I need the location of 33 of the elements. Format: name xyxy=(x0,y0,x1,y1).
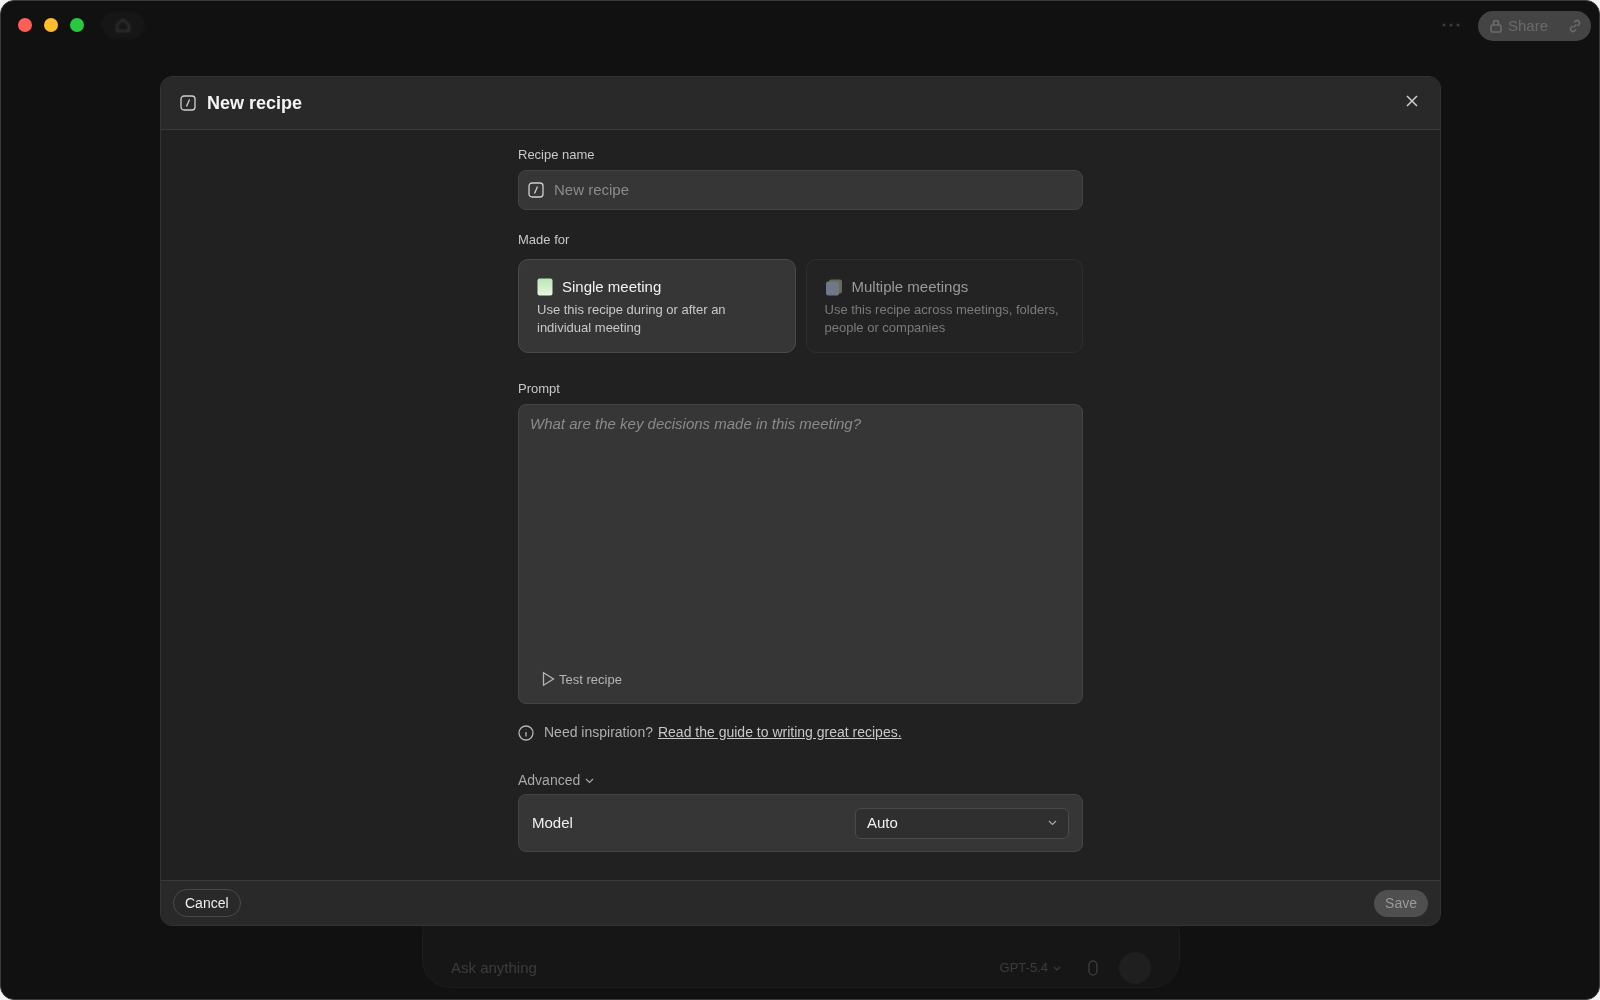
close-button[interactable] xyxy=(1405,93,1421,109)
prompt-field[interactable]: What are the key decisions made in this meeting? Test recipe xyxy=(518,404,1083,704)
chevron-icon xyxy=(1048,820,1057,826)
option-title: Single meeting xyxy=(562,277,662,297)
stack-icon xyxy=(824,278,843,296)
field-label: Recipe name xyxy=(518,146,596,164)
field-label: Made for xyxy=(518,230,571,249)
link-button[interactable] xyxy=(1559,11,1591,41)
option-card[interactable]: Multiple meetings Use this recipe across meetings, folders, people or companies xyxy=(805,259,1083,353)
option-title: Multiple meetings xyxy=(851,277,969,297)
option-description: Use this recipe across meetings, folders, people or companies xyxy=(824,300,1060,337)
guide-link[interactable]: Read the guide to writing great recipes. xyxy=(657,722,902,743)
link-icon xyxy=(1567,18,1583,34)
dialog-title: New recipe xyxy=(207,91,303,115)
lock-icon xyxy=(1490,19,1502,33)
test-recipe-button[interactable]: Test recipe xyxy=(540,669,622,689)
recipe-icon xyxy=(528,181,544,198)
window-control[interactable] xyxy=(44,18,58,32)
chevron-icon xyxy=(585,777,595,784)
model-dropdown[interactable]: Auto xyxy=(855,807,1069,839)
model-label: Model xyxy=(532,812,573,833)
hint-text: Need inspiration? xyxy=(544,723,653,742)
option-description: Use this recipe during or after an individual meeting xyxy=(537,300,727,337)
option-card[interactable]: Single meeting Use this recipe during or after an individual meeting xyxy=(518,259,796,353)
info-icon xyxy=(518,724,534,741)
window-control[interactable] xyxy=(70,18,84,32)
recipe-name-field[interactable]: New recipe xyxy=(518,169,1083,210)
note-icon xyxy=(537,278,553,297)
advanced-toggle[interactable]: Advanced xyxy=(518,770,595,791)
recipe-icon xyxy=(180,95,196,111)
play-icon xyxy=(540,671,556,688)
field-label: Prompt xyxy=(518,379,561,398)
window-control[interactable] xyxy=(18,18,32,32)
